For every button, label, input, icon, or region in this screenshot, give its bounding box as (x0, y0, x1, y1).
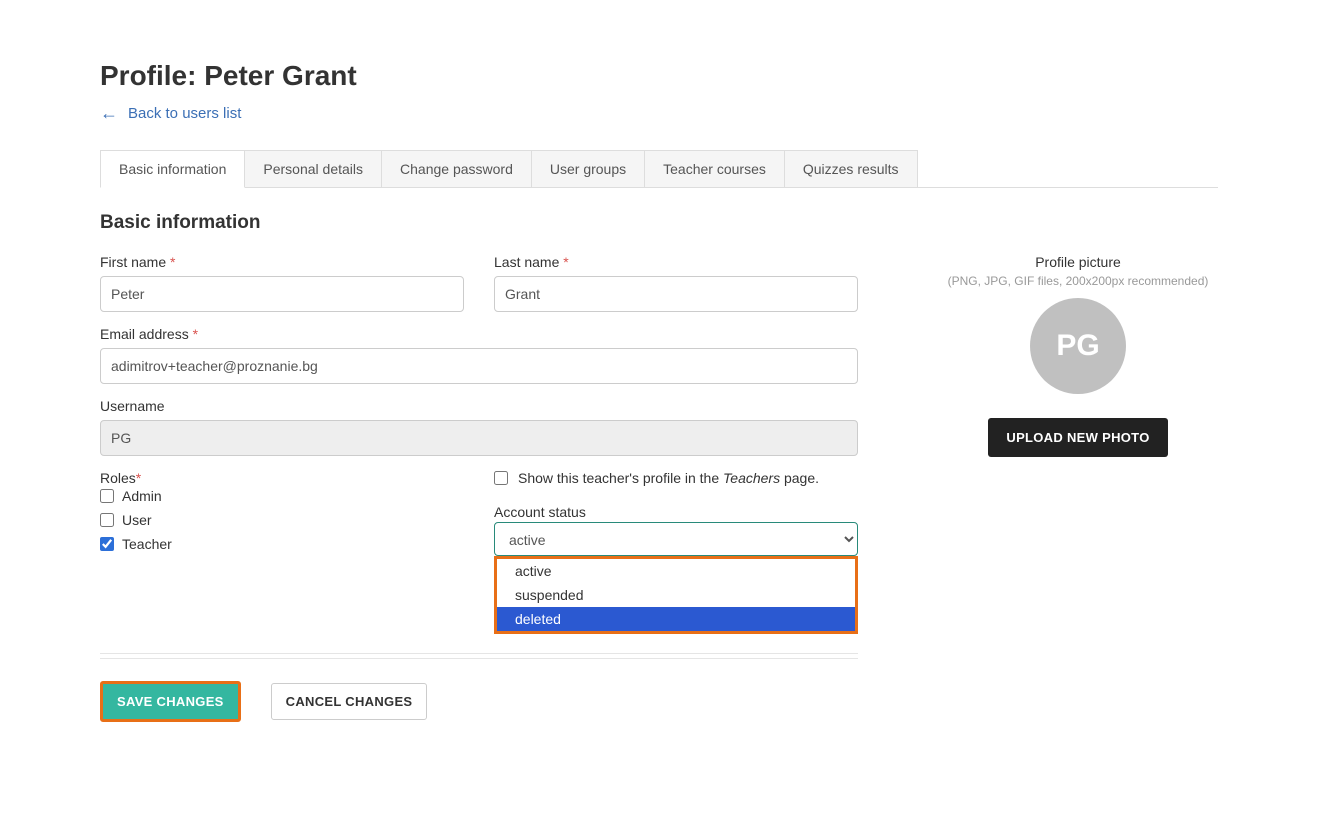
roles-label-text: Roles (100, 470, 136, 486)
role-teacher-checkbox[interactable] (100, 537, 114, 551)
role-user-label: User (122, 512, 152, 528)
required-asterisk: * (170, 254, 175, 270)
save-changes-button[interactable]: Save changes (100, 681, 241, 722)
roles-label: Roles* (100, 470, 141, 486)
first-name-input[interactable] (100, 276, 464, 312)
tab-basic-information[interactable]: Basic information (100, 150, 245, 188)
cancel-changes-button[interactable]: Cancel changes (271, 683, 428, 720)
role-admin-checkbox[interactable] (100, 489, 114, 503)
show-teacher-post: page. (780, 470, 819, 486)
account-status-dropdown: active suspended deleted (494, 556, 858, 634)
divider (100, 653, 858, 654)
account-status-select[interactable]: active suspended deleted (494, 522, 858, 556)
first-name-label-text: First name (100, 254, 166, 270)
status-option-suspended[interactable]: suspended (497, 583, 855, 607)
role-teacher-label: Teacher (122, 536, 172, 552)
first-name-label: First name * (100, 254, 464, 270)
last-name-label-text: Last name (494, 254, 559, 270)
status-option-deleted[interactable]: deleted (497, 607, 855, 631)
tab-quizzes-results[interactable]: Quizzes results (784, 150, 918, 187)
profile-picture-hint: (PNG, JPG, GIF files, 200x200px recommen… (938, 274, 1218, 288)
email-input[interactable] (100, 348, 858, 384)
tab-personal-details[interactable]: Personal details (244, 150, 382, 187)
avatar: PG (1030, 298, 1126, 394)
page-title: Profile: Peter Grant (100, 60, 1218, 92)
show-teacher-italic: Teachers (723, 470, 780, 486)
username-label: Username (100, 398, 858, 414)
email-label: Email address * (100, 326, 858, 342)
username-input (100, 420, 858, 456)
back-link-label: Back to users list (128, 105, 241, 122)
profile-picture-label: Profile picture (938, 254, 1218, 270)
tab-user-groups[interactable]: User groups (531, 150, 645, 187)
account-status-label: Account status (494, 504, 586, 520)
show-teacher-profile-checkbox[interactable] (494, 471, 508, 485)
tab-change-password[interactable]: Change password (381, 150, 532, 187)
role-admin-label: Admin (122, 488, 162, 504)
tab-teacher-courses[interactable]: Teacher courses (644, 150, 785, 187)
status-option-active[interactable]: active (497, 559, 855, 583)
required-asterisk: * (136, 470, 141, 486)
last-name-label: Last name * (494, 254, 858, 270)
divider (100, 658, 858, 659)
show-teacher-pre: Show this teacher's profile in the (518, 470, 723, 486)
upload-new-photo-button[interactable]: Upload new photo (988, 418, 1167, 457)
required-asterisk: * (563, 254, 568, 270)
section-title: Basic information (100, 212, 1218, 234)
role-user-checkbox[interactable] (100, 513, 114, 527)
email-label-text: Email address (100, 326, 189, 342)
back-to-users-link[interactable]: ← Back to users list (100, 104, 241, 122)
last-name-input[interactable] (494, 276, 858, 312)
required-asterisk: * (193, 326, 198, 342)
show-teacher-label: Show this teacher's profile in the Teach… (518, 470, 819, 486)
tabs: Basic information Personal details Chang… (100, 150, 1218, 188)
arrow-left-icon: ← (100, 104, 118, 122)
